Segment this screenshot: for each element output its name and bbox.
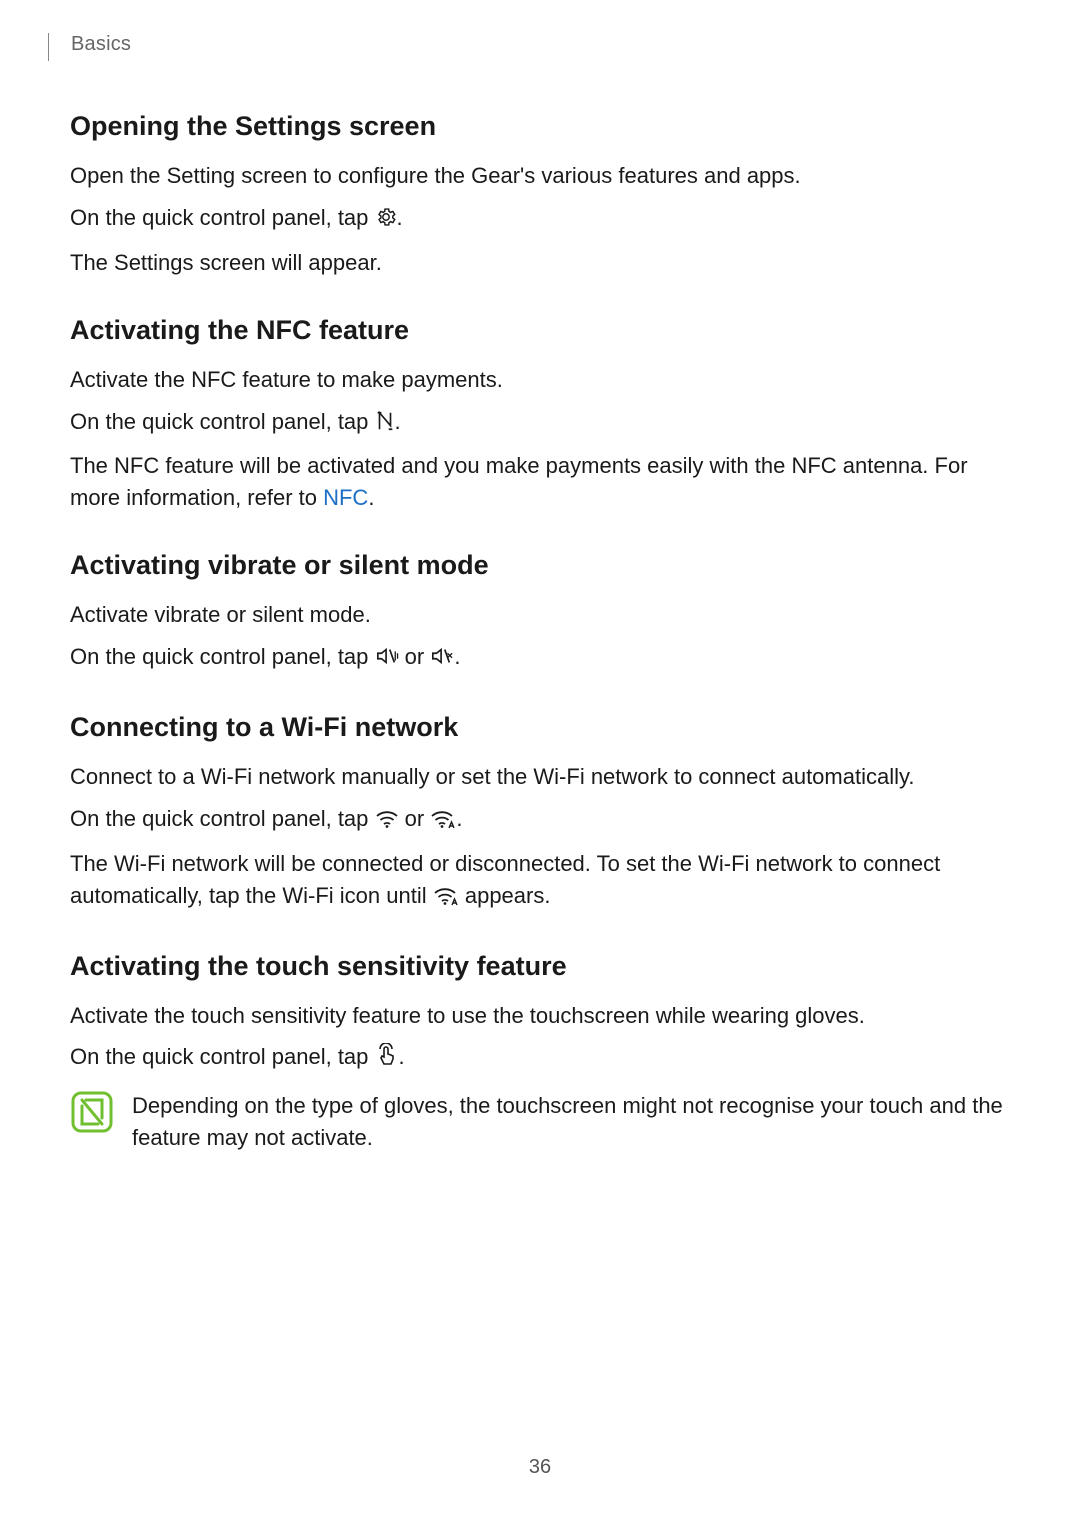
- paragraph: Activate the touch sensitivity feature t…: [70, 1000, 1010, 1032]
- paragraph: On the quick control panel, tap .: [70, 406, 1010, 441]
- wifi-icon: [375, 806, 399, 838]
- link-nfc[interactable]: NFC: [323, 485, 368, 510]
- heading-wifi: Connecting to a Wi-Fi network: [70, 712, 1010, 743]
- paragraph: Open the Setting screen to configure the…: [70, 160, 1010, 192]
- text: appears.: [459, 883, 551, 908]
- text: .: [454, 644, 460, 669]
- heading-nfc: Activating the NFC feature: [70, 315, 1010, 346]
- text: .: [456, 806, 462, 831]
- text: On the quick control panel, tap: [70, 644, 375, 669]
- nfc-icon: [375, 409, 395, 441]
- silent-mute-icon: [430, 644, 454, 676]
- heading-vibrate-silent: Activating vibrate or silent mode: [70, 550, 1010, 581]
- heading-opening-settings: Opening the Settings screen: [70, 111, 1010, 142]
- paragraph: On the quick control panel, tap or .: [70, 641, 1010, 676]
- wifi-auto-icon: [430, 806, 456, 838]
- text: or: [399, 806, 431, 831]
- paragraph: Activate vibrate or silent mode.: [70, 599, 1010, 631]
- paragraph: On the quick control panel, tap .: [70, 1041, 1010, 1076]
- text: The NFC feature will be activated and yo…: [70, 453, 968, 510]
- page-number: 36: [0, 1456, 1080, 1479]
- paragraph: On the quick control panel, tap or .: [70, 803, 1010, 838]
- paragraph: The Wi-Fi network will be connected or d…: [70, 848, 1010, 915]
- paragraph: Connect to a Wi-Fi network manually or s…: [70, 761, 1010, 793]
- page-header: Basics: [48, 33, 1010, 61]
- text: On the quick control panel, tap: [70, 205, 375, 230]
- vibrate-mute-icon: [375, 644, 399, 676]
- heading-touch-sensitivity: Activating the touch sensitivity feature: [70, 951, 1010, 982]
- text: .: [368, 485, 374, 510]
- page-content: Basics Opening the Settings screen Open …: [0, 0, 1080, 1154]
- wifi-auto-icon: [433, 883, 459, 915]
- text: On the quick control panel, tap: [70, 806, 375, 831]
- paragraph: Activate the NFC feature to make payment…: [70, 364, 1010, 396]
- paragraph: On the quick control panel, tap .: [70, 202, 1010, 237]
- touch-sensitivity-icon: [375, 1043, 399, 1076]
- gear-icon: [375, 205, 397, 237]
- note-text: Depending on the type of gloves, the tou…: [132, 1090, 1010, 1154]
- paragraph: The Settings screen will appear.: [70, 247, 1010, 279]
- text: or: [399, 644, 431, 669]
- paragraph: The NFC feature will be activated and yo…: [70, 450, 1010, 514]
- text: On the quick control panel, tap: [70, 1044, 375, 1069]
- text: .: [397, 205, 403, 230]
- text: On the quick control panel, tap: [70, 409, 375, 434]
- text: .: [399, 1044, 405, 1069]
- section-breadcrumb: Basics: [71, 33, 131, 56]
- note-icon: [70, 1090, 114, 1139]
- note-block: Depending on the type of gloves, the tou…: [70, 1090, 1010, 1154]
- text: .: [395, 409, 401, 434]
